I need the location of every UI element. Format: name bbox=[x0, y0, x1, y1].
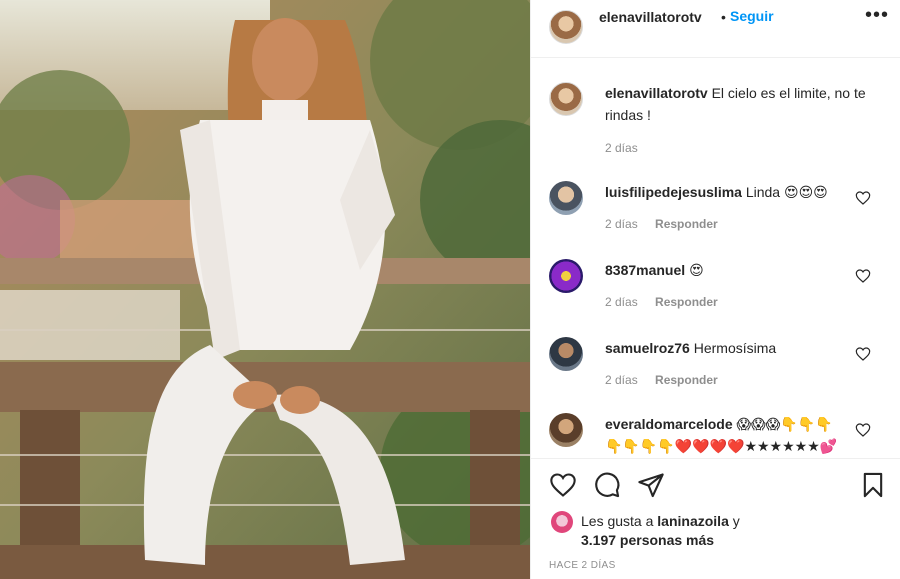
caption-meta: 2 días bbox=[605, 141, 652, 155]
comment-item: everaldomarcelode 😱😱😱👇👇👇👇👇👇👇❤️❤️❤️❤️★★★★… bbox=[531, 413, 900, 457]
caption-time[interactable]: 2 días bbox=[605, 141, 638, 155]
comment-body: Linda 😍😍😍 bbox=[745, 184, 828, 200]
reply-button[interactable]: Responder bbox=[655, 373, 718, 387]
post-photo-image bbox=[0, 0, 530, 579]
comment-like-heart-icon[interactable] bbox=[855, 346, 871, 362]
comment-meta: 2 días Responder bbox=[605, 295, 732, 309]
comment-item: luisfilipedejesuslima Linda 😍😍😍 2 días R… bbox=[531, 181, 900, 251]
owner-username[interactable]: elenavillatorotv bbox=[599, 9, 702, 25]
comment-like-heart-icon[interactable] bbox=[855, 268, 871, 284]
comment-meta: 2 días Responder bbox=[605, 217, 732, 231]
comment-avatar[interactable] bbox=[549, 337, 583, 371]
comment-body: Hermosísima bbox=[693, 340, 777, 356]
comment-like-heart-icon[interactable] bbox=[855, 190, 871, 206]
post-header: elenavillatorotv • Seguir ••• bbox=[531, 0, 900, 58]
comment-username[interactable]: luisfilipedejesuslima bbox=[605, 184, 742, 200]
post-time[interactable]: HACE 2 DÍAS bbox=[549, 560, 616, 571]
reply-button[interactable]: Responder bbox=[655, 217, 718, 231]
comment-text: 8387manuel 😍 bbox=[605, 259, 873, 281]
caption-text: elenavillatorotv El cielo es el limite, … bbox=[605, 82, 873, 126]
comment-time[interactable]: 2 días bbox=[605, 217, 638, 231]
comment-time[interactable]: 2 días bbox=[605, 295, 638, 309]
comment-item: samuelroz76 Hermosísima 2 días Responder bbox=[531, 337, 900, 407]
likes-prefix: Les gusta a bbox=[581, 513, 654, 529]
liker-avatar[interactable] bbox=[551, 511, 573, 533]
likes-suffix: y bbox=[732, 513, 740, 529]
likes-summary: Les gusta a laninazoila y bbox=[581, 511, 740, 531]
comment-username[interactable]: 8387manuel bbox=[605, 262, 685, 278]
comment-item: 8387manuel 😍 2 días Responder bbox=[531, 259, 900, 329]
comment-avatar[interactable] bbox=[549, 181, 583, 215]
post-photo[interactable] bbox=[0, 0, 530, 579]
comment-time[interactable]: 2 días bbox=[605, 373, 638, 387]
comment-username[interactable]: samuelroz76 bbox=[605, 340, 690, 356]
comment-like-heart-icon[interactable] bbox=[855, 422, 871, 438]
comment-text: everaldomarcelode 😱😱😱👇👇👇👇👇👇👇❤️❤️❤️❤️★★★★… bbox=[605, 413, 845, 457]
comment-text: luisfilipedejesuslima Linda 😍😍😍 bbox=[605, 181, 873, 203]
caption-owner-avatar[interactable] bbox=[549, 82, 583, 116]
share-icon[interactable] bbox=[637, 471, 665, 499]
post-actions: Les gusta a laninazoila y 3.197 personas… bbox=[531, 458, 900, 579]
caption: elenavillatorotv El cielo es el limite, … bbox=[531, 81, 900, 171]
post-dialog: elenavillatorotv • Seguir ••• elenavilla… bbox=[0, 0, 900, 579]
header-separator: • bbox=[721, 9, 726, 25]
comments-list[interactable]: elenavillatorotv El cielo es el limite, … bbox=[531, 59, 900, 457]
comment-username[interactable]: everaldomarcelode bbox=[605, 416, 733, 432]
likes-count-text[interactable]: 3.197 personas más bbox=[581, 532, 714, 548]
likes-count[interactable]: 3.197 personas más bbox=[581, 530, 714, 550]
liker-username[interactable]: laninazoila bbox=[657, 513, 729, 529]
comment-avatar[interactable] bbox=[549, 413, 583, 447]
owner-avatar[interactable] bbox=[549, 10, 583, 44]
reply-button[interactable]: Responder bbox=[655, 295, 718, 309]
post-sidebar: elenavillatorotv • Seguir ••• elenavilla… bbox=[530, 0, 900, 579]
comment-icon[interactable] bbox=[593, 471, 621, 499]
heart-icon[interactable] bbox=[549, 471, 577, 499]
comment-avatar[interactable] bbox=[549, 259, 583, 293]
comment-body: 😍 bbox=[689, 262, 704, 278]
bookmark-icon[interactable] bbox=[859, 471, 887, 499]
comment-meta: 2 días Responder bbox=[605, 373, 732, 387]
follow-button[interactable]: Seguir bbox=[730, 8, 774, 24]
caption-username[interactable]: elenavillatorotv bbox=[605, 85, 708, 101]
comment-text: samuelroz76 Hermosísima bbox=[605, 337, 873, 359]
more-options-button[interactable]: ••• bbox=[865, 4, 889, 27]
